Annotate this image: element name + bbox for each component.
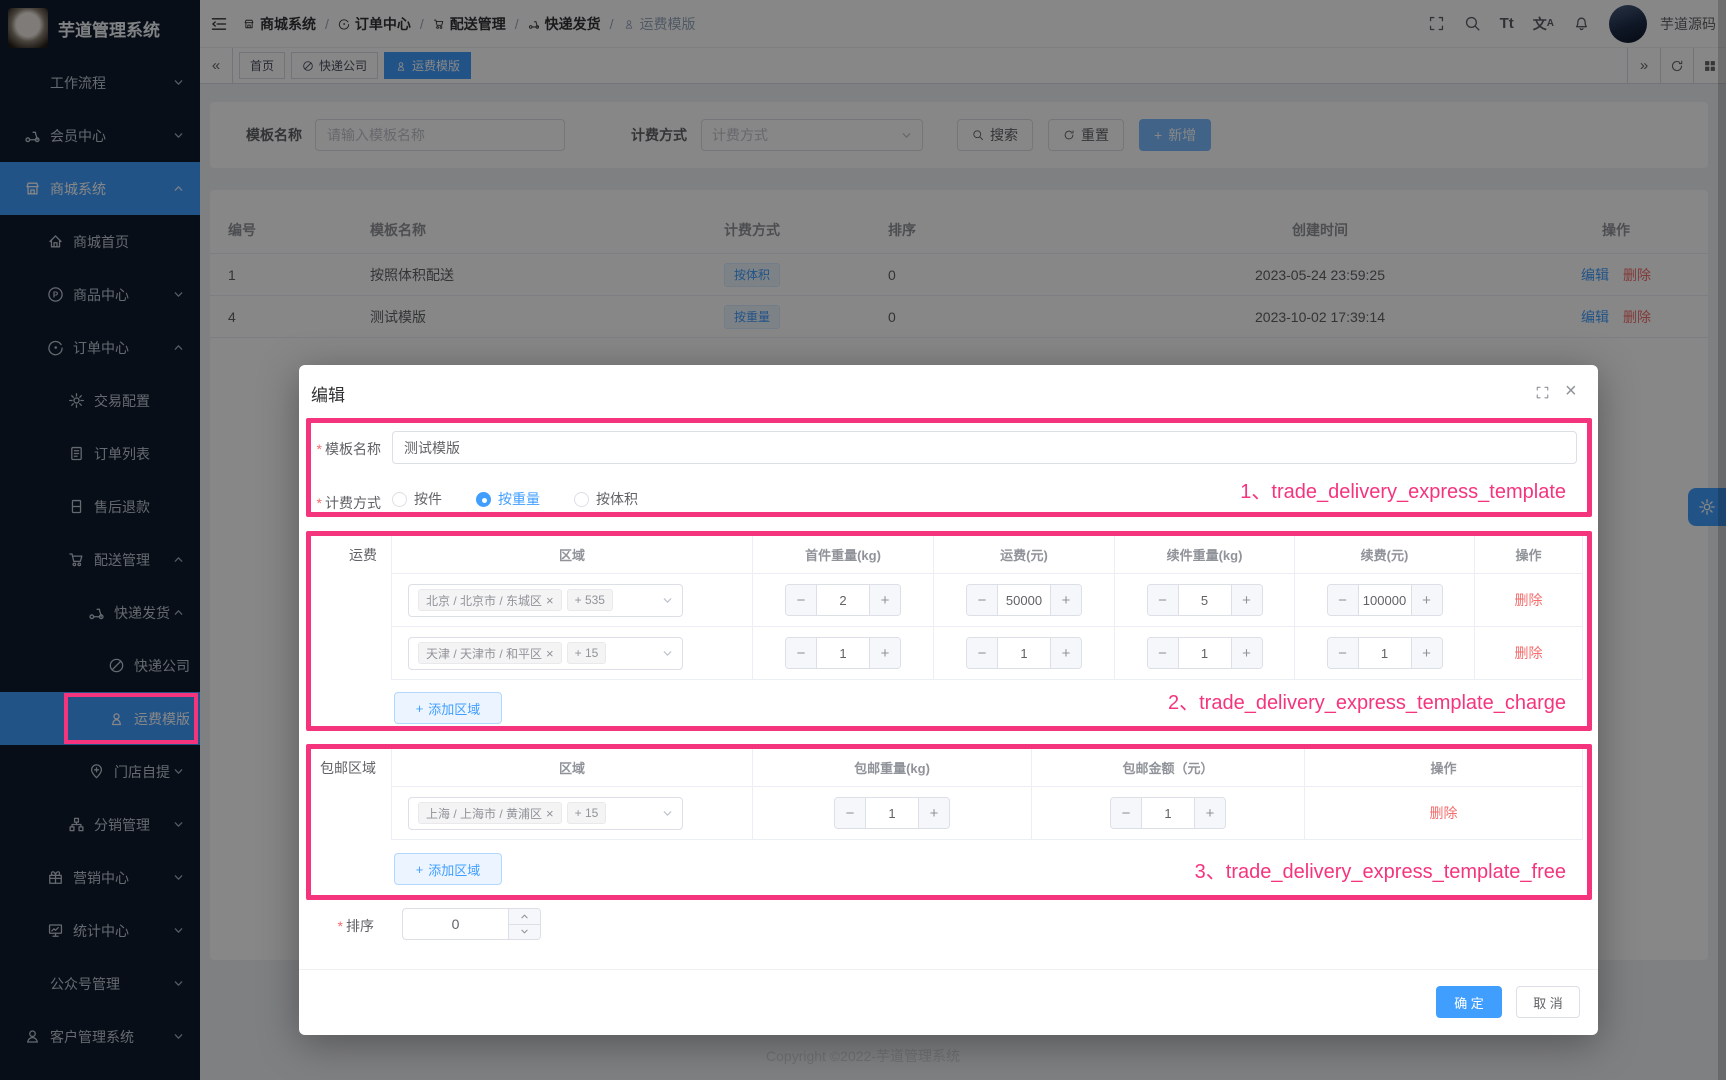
next-weight-stepper: −5+ (1147, 584, 1263, 616)
delete-row-link[interactable]: 删除 (1515, 590, 1543, 610)
radio-icon (392, 492, 407, 507)
radio-by-weight[interactable]: 按重量 (476, 489, 540, 509)
spinner-up-icon[interactable] (509, 909, 540, 925)
modal-template-name-input[interactable] (392, 431, 1577, 464)
billing-radio-group: 按件 按重量 按体积 (392, 489, 638, 509)
minus-button[interactable]: − (786, 638, 817, 668)
chevron-down-icon (662, 595, 673, 606)
annotation-text-free: 3、trade_delivery_express_template_free (1195, 855, 1566, 884)
next-fee-stepper: −1+ (1327, 637, 1443, 669)
annotation-text-charge: 2、trade_delivery_express_template_charge (1168, 686, 1566, 715)
next-fee-stepper: −100000+ (1327, 584, 1443, 616)
plus-button[interactable]: + (1050, 585, 1081, 615)
chevron-down-icon (662, 808, 673, 819)
edit-modal: 编辑 × *模板名称 *计费方式 按件 按重量 按体积 运费 区域 首件重量(k… (299, 365, 1598, 1035)
plus-button[interactable]: + (869, 638, 900, 668)
delete-row-link[interactable]: 删除 (1430, 803, 1458, 823)
charge-row-region-cell: 北京 / 北京市 / 东城区× + 535 (392, 574, 753, 627)
charge-row-region-cell: 天津 / 天津市 / 和平区× + 15 (392, 627, 753, 680)
app-root: 芋道管理系统 工作流程 会员中心 商城系统 商城首页 (0, 0, 1726, 1080)
modal-title: 编辑 (311, 381, 345, 406)
spinner-down-icon[interactable] (509, 925, 540, 940)
modal-billing-label: *计费方式 (299, 493, 381, 513)
plus-button[interactable]: + (1231, 585, 1262, 615)
chevron-down-icon (662, 648, 673, 659)
radio-icon (574, 492, 589, 507)
tag-close-icon[interactable]: × (546, 593, 554, 608)
minus-button[interactable]: − (1111, 798, 1142, 828)
delete-row-link[interactable]: 删除 (1515, 643, 1543, 663)
fee-stepper: −1+ (966, 637, 1082, 669)
modal-template-name-label: *模板名称 (299, 439, 381, 459)
add-region-button[interactable]: +添加区域 (394, 692, 502, 724)
charge-table: 区域 首件重量(kg) 运费(元) 续件重量(kg) 续费(元) 操作 北京 /… (391, 535, 1583, 680)
radio-by-piece[interactable]: 按件 (392, 489, 442, 509)
free-amount-stepper: −1+ (1110, 797, 1226, 829)
pin-person-icon (108, 710, 125, 727)
plus-button[interactable]: + (869, 585, 900, 615)
cancel-button[interactable]: 取 消 (1516, 986, 1580, 1018)
region-more-tag: + 15 (567, 802, 607, 824)
plus-icon: + (416, 862, 424, 877)
region-select[interactable]: 天津 / 天津市 / 和平区× + 15 (408, 637, 683, 670)
region-tag: 北京 / 北京市 / 东城区× (418, 589, 562, 611)
minus-button[interactable]: − (1148, 638, 1179, 668)
fee-stepper: −50000+ (966, 584, 1082, 616)
minus-button[interactable]: − (1328, 638, 1359, 668)
tag-close-icon[interactable]: × (546, 646, 554, 661)
region-select[interactable]: 上海 / 上海市 / 黄浦区× + 15 (408, 797, 683, 830)
free-section-label: 包邮区域 (299, 758, 376, 778)
free-row-region-cell: 上海 / 上海市 / 黄浦区× + 15 (392, 787, 753, 840)
confirm-button[interactable]: 确 定 (1436, 986, 1502, 1018)
next-weight-stepper: −1+ (1147, 637, 1263, 669)
first-weight-stepper: −2+ (785, 584, 901, 616)
charge-section-label: 运费 (299, 545, 377, 565)
annotation-text-template: 1、trade_delivery_express_template (1240, 475, 1566, 504)
close-icon[interactable]: × (1565, 381, 1577, 401)
region-more-tag: + 15 (567, 642, 607, 664)
radio-by-volume[interactable]: 按体积 (574, 489, 638, 509)
modal-footer-divider (299, 969, 1598, 970)
region-tag: 天津 / 天津市 / 和平区× (418, 642, 562, 664)
minus-button[interactable]: − (967, 585, 998, 615)
plus-button[interactable]: + (1411, 638, 1442, 668)
free-table: 区域 包邮重量(kg) 包邮金额（元） 操作 上海 / 上海市 / 黄浦区× +… (391, 748, 1583, 840)
tag-close-icon[interactable]: × (546, 806, 554, 821)
scrollbar[interactable] (1718, 0, 1726, 1080)
minus-button[interactable]: − (786, 585, 817, 615)
region-tag: 上海 / 上海市 / 黄浦区× (418, 802, 562, 824)
free-weight-stepper: −1+ (834, 797, 950, 829)
plus-icon: + (416, 701, 424, 716)
minus-button[interactable]: − (967, 638, 998, 668)
maximize-icon[interactable] (1535, 385, 1550, 400)
minus-button[interactable]: − (1148, 585, 1179, 615)
plus-button[interactable]: + (1411, 585, 1442, 615)
plus-button[interactable]: + (1194, 798, 1225, 828)
plus-button[interactable]: + (1050, 638, 1081, 668)
radio-selected-icon (476, 492, 491, 507)
minus-button[interactable]: − (835, 798, 866, 828)
region-more-tag: + 535 (567, 589, 613, 611)
plus-button[interactable]: + (918, 798, 949, 828)
sort-number-input: 0 (402, 908, 541, 940)
sort-label: *排序 (299, 916, 374, 936)
add-region-button[interactable]: +添加区域 (394, 853, 502, 885)
minus-button[interactable]: − (1328, 585, 1359, 615)
region-select[interactable]: 北京 / 北京市 / 东城区× + 535 (408, 584, 683, 617)
first-weight-stepper: −1+ (785, 637, 901, 669)
plus-button[interactable]: + (1231, 638, 1262, 668)
